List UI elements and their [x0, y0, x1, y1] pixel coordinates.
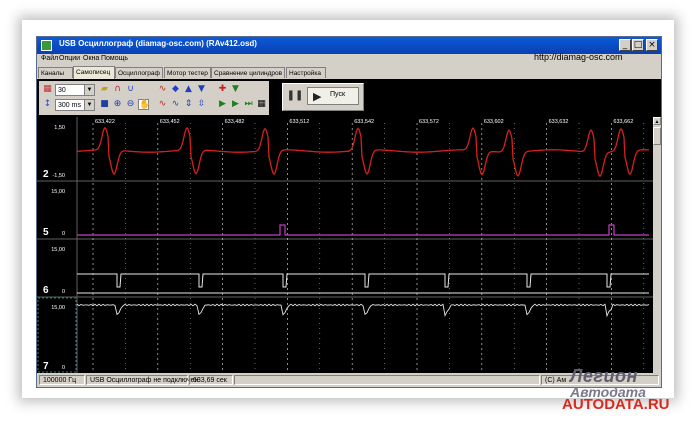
channel-5-trace	[77, 224, 649, 236]
chevron-down-icon: ▼	[84, 100, 94, 110]
tab-settings[interactable]: Настройка	[286, 67, 326, 78]
play-green-icon[interactable]: ▶	[217, 99, 228, 110]
scale-select[interactable]: 30 ▼	[55, 84, 95, 96]
time-tick-label: 633,572	[419, 119, 439, 125]
status-empty	[234, 375, 540, 385]
maximize-button[interactable]: □	[632, 39, 644, 51]
time-tick-label: 633,452	[160, 119, 180, 125]
sine-red-icon[interactable]: ∿	[157, 99, 168, 110]
table-icon[interactable]: ▦	[256, 99, 267, 110]
scroll-thumb[interactable]	[653, 127, 661, 145]
menu-options[interactable]: Опции	[59, 55, 80, 62]
start-button[interactable]: ▶ Пуск	[307, 87, 359, 105]
current-time: 633,69 сек	[189, 375, 233, 385]
time-tick-label: 633,542	[354, 119, 374, 125]
channel-number: 2	[43, 169, 49, 180]
start-label: Пуск	[330, 91, 346, 98]
wave-up-icon[interactable]: ∩	[112, 84, 123, 95]
channel-min-label: -1,50	[52, 173, 65, 179]
toolbar: ▦ 30 ▼ ↕ 300 ms ▼ ▰ ∩ ∪ ■ ⊕ ⊖ ✋ ∿ ◆ ▲ ▼ …	[37, 79, 661, 117]
close-button[interactable]: ×	[646, 39, 658, 51]
time-tick-label: 633,662	[613, 119, 633, 125]
tab-cylinder-compare[interactable]: Сравнение цилиндров	[211, 67, 285, 78]
sine-icon[interactable]: ∿	[157, 84, 168, 95]
menu-help[interactable]: Помощь	[101, 55, 128, 62]
ruler-icon[interactable]: ↕	[42, 99, 53, 110]
time-axis-labels: 633,422 633,452 633,482 633,512 633,542 633,5…	[95, 119, 633, 125]
vertical-scrollbar[interactable]: ▲	[653, 117, 661, 373]
sample-rate: 100000 Гц	[39, 375, 85, 385]
tab-channels[interactable]: Каналы	[38, 67, 73, 78]
step-icon[interactable]: ▶	[230, 99, 241, 110]
app-icon	[41, 40, 52, 51]
minimize-button[interactable]: _	[619, 39, 631, 51]
time-select[interactable]: 300 ms ▼	[55, 99, 95, 111]
save-icon[interactable]: ■	[99, 99, 110, 110]
channel-6-trace	[77, 273, 649, 288]
shrink-icon[interactable]: ⇳	[196, 99, 207, 110]
cursor-icon[interactable]: ✚	[217, 84, 228, 95]
site-url[interactable]: http://diamag-osc.com	[534, 52, 623, 62]
channel-max-label: 15,00	[51, 189, 65, 195]
channel-max-label: 15,00	[51, 305, 65, 311]
menu-file[interactable]: Файл	[41, 55, 58, 62]
time-tick-label: 633,602	[484, 119, 504, 125]
channel-min-label: 0	[62, 365, 65, 371]
zoom-icon[interactable]: ⊕	[112, 99, 123, 110]
zoom-out-icon[interactable]: ⊖	[125, 99, 136, 110]
time-tick-label: 633,422	[95, 119, 115, 125]
tab-oscilloscope[interactable]: Осциллограф	[115, 67, 163, 78]
time-tick-label: 633,512	[289, 119, 309, 125]
channel-2-trace	[76, 126, 649, 178]
grid-icon[interactable]: ▦	[42, 84, 53, 95]
pause-icon[interactable]: ❚❚	[286, 87, 304, 105]
channel-number: 6	[43, 285, 49, 296]
tab-bar: Каналы Самописец Осциллограф Мотор тесте…	[37, 66, 661, 79]
watermark-url: AUTODATA.RU	[562, 396, 670, 413]
tab-motor-tester[interactable]: Мотор тестер	[164, 67, 211, 78]
hand-icon[interactable]: ✋	[138, 99, 150, 110]
chevron-down-icon: ▼	[84, 85, 94, 95]
channel-number: 7	[43, 361, 49, 372]
channel-number: 5	[43, 227, 49, 238]
channel-max-label: 1,50	[54, 125, 65, 131]
channel-min-label: 0	[62, 289, 65, 295]
sine-blue-icon[interactable]: ∿	[170, 99, 181, 110]
connection-status: USB Осциллограф не подключен	[86, 375, 198, 385]
time-tick-label: 633,482	[225, 119, 245, 125]
channel-min-label: 0	[62, 231, 65, 237]
menu-windows[interactable]: Окна	[83, 55, 99, 62]
play-icon: ▶	[313, 90, 322, 103]
skip-icon[interactable]: ⏭	[243, 99, 254, 110]
oscillogram-area[interactable]: 633,422 633,452 633,482 633,512 633,542 633,5…	[37, 117, 653, 373]
window-title: USB Осциллограф (diamag-osc.com) (RAv412…	[59, 39, 257, 48]
app-window: USB Осциллограф (diamag-osc.com) (RAv412…	[36, 36, 662, 388]
tab-recorder[interactable]: Самописец	[73, 66, 115, 79]
open-file-icon[interactable]: ▰	[99, 84, 110, 95]
status-bar: 100000 Гц USB Осциллограф не подключен 6…	[37, 373, 661, 387]
wave-down-icon[interactable]: ∪	[125, 84, 136, 95]
channel-panels: 1,50 -1,502 15,00 0 5 15,00 0 6 15,00 0 7	[37, 125, 650, 373]
tool-panel: ▦ 30 ▼ ↕ 300 ms ▼ ▰ ∩ ∪ ■ ⊕ ⊖ ✋ ∿ ◆ ▲ ▼ …	[39, 81, 269, 115]
arrow-up-icon[interactable]: ▲	[183, 84, 194, 95]
arrow-down-icon[interactable]: ▼	[196, 84, 207, 95]
expand-icon[interactable]: ⇕	[183, 99, 194, 110]
scale-value: 30	[58, 87, 66, 94]
channel-icon[interactable]: ◆	[170, 84, 181, 95]
time-grid	[37, 117, 653, 373]
time-value: 300 ms	[58, 102, 81, 109]
time-tick-label: 633,632	[549, 119, 569, 125]
marker-icon[interactable]: ▼	[230, 84, 241, 95]
scroll-up-icon[interactable]: ▲	[653, 117, 661, 125]
channel-7-trace	[76, 303, 650, 318]
run-panel: ❚❚ ▶ Пуск	[282, 83, 364, 111]
channel-max-label: 15,00	[51, 247, 65, 253]
